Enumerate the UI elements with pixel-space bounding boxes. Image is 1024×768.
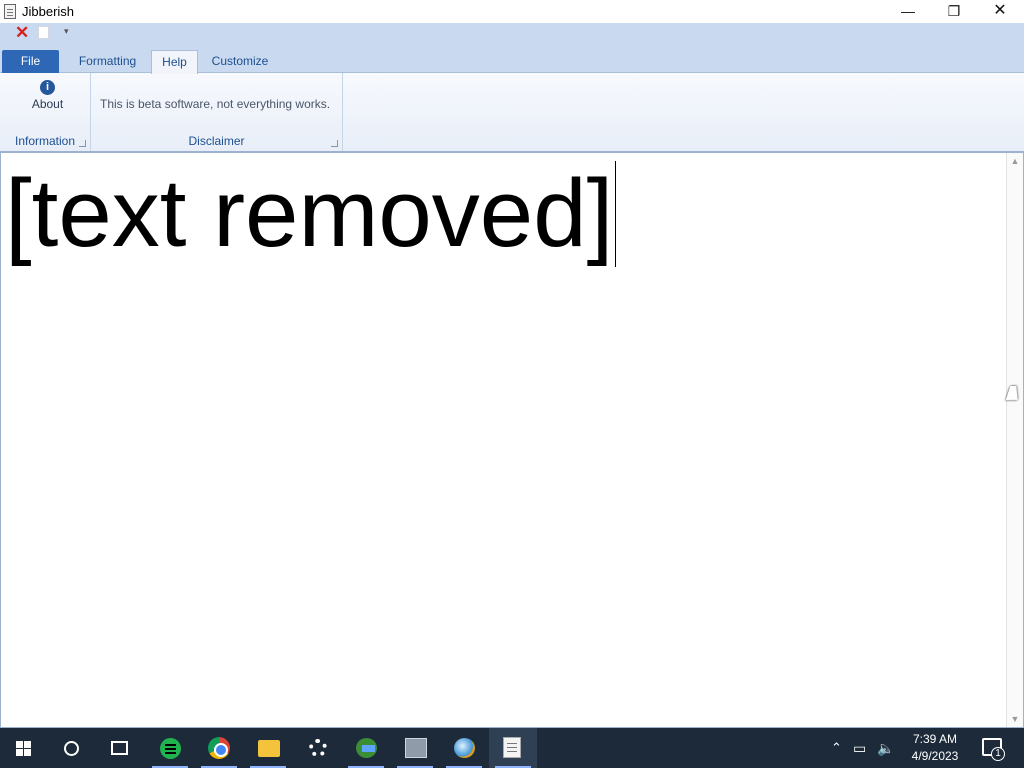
- scroll-up-icon[interactable]: ▲: [1007, 153, 1023, 169]
- window-title: Jibberish: [22, 4, 75, 19]
- restore-button[interactable]: ❐: [931, 0, 977, 23]
- title-bar: Jibberish — ❐ ✕: [0, 0, 1024, 23]
- notification-count-badge: 1: [991, 747, 1005, 761]
- system-image-icon: [405, 738, 427, 758]
- network-icon[interactable]: ▭: [853, 728, 866, 768]
- gear-icon: [309, 739, 327, 757]
- disclaimer-group: This is beta software, not everything wo…: [91, 73, 343, 151]
- information-group: i About Information: [0, 73, 91, 151]
- document-editor[interactable]: [text removed] ▲ ▼: [0, 152, 1024, 728]
- document-text-line: [text removed]: [5, 159, 617, 269]
- quick-access-toolbar: ✕ ▾: [0, 23, 1024, 47]
- tab-file[interactable]: File: [2, 50, 59, 73]
- disclaimer-dialog-launcher-icon[interactable]: [331, 140, 338, 147]
- spotify-icon: [160, 738, 181, 759]
- search-icon[interactable]: [64, 741, 79, 756]
- disclaimer-group-label: Disclaimer: [188, 134, 245, 148]
- clock[interactable]: 7:39 AM 4/9/2023: [902, 731, 968, 765]
- about-label: About: [31, 97, 64, 111]
- new-document-icon[interactable]: [38, 26, 49, 39]
- ribbon-help-panel: i About Information This is beta softwar…: [0, 73, 1024, 152]
- scroll-down-icon[interactable]: ▼: [1007, 711, 1023, 727]
- folder-icon: [258, 740, 280, 757]
- document-text: [text removed]: [5, 160, 614, 267]
- jibberish-app-icon: [4, 4, 16, 19]
- clock-time: 7:39 AM: [912, 732, 958, 746]
- chrome-icon: [208, 737, 230, 759]
- disclaimer-text: This is beta software, not everything wo…: [100, 97, 331, 111]
- info-icon: i: [40, 80, 55, 95]
- ribbon-tabs: File Formatting Help Customize: [0, 47, 1024, 74]
- jibberish-icon: [503, 737, 521, 758]
- about-button[interactable]: i About: [25, 77, 70, 113]
- tab-formatting[interactable]: Formatting: [70, 50, 145, 73]
- clock-date: 4/9/2023: [911, 749, 959, 763]
- taskbar: ⌃ ▭ 🔈 7:39 AM 4/9/2023 1: [0, 728, 1024, 768]
- volume-muted-icon[interactable]: 🔈: [877, 728, 894, 768]
- information-group-label: Information: [14, 134, 76, 148]
- download-manager-icon: [356, 738, 377, 758]
- jibberish-window: Jibberish — ❐ ✕ ✕ ▾ File Formatting Help…: [0, 0, 1024, 768]
- close-document-icon[interactable]: ✕: [15, 24, 29, 42]
- vertical-scrollbar[interactable]: ▲ ▼: [1006, 153, 1023, 727]
- globe-icon: [454, 738, 475, 758]
- tab-help[interactable]: Help: [151, 50, 198, 74]
- start-icon[interactable]: [16, 741, 31, 756]
- task-view-icon[interactable]: [111, 741, 128, 755]
- minimize-button[interactable]: —: [885, 0, 931, 23]
- show-hidden-icons-chevron-icon[interactable]: ⌃: [831, 728, 842, 768]
- information-dialog-launcher-icon[interactable]: [79, 140, 86, 147]
- customize-quick-access-icon[interactable]: ▾: [64, 26, 69, 37]
- text-caret: [615, 161, 617, 267]
- tab-customize[interactable]: Customize: [203, 50, 277, 73]
- close-button[interactable]: ✕: [977, 0, 1023, 23]
